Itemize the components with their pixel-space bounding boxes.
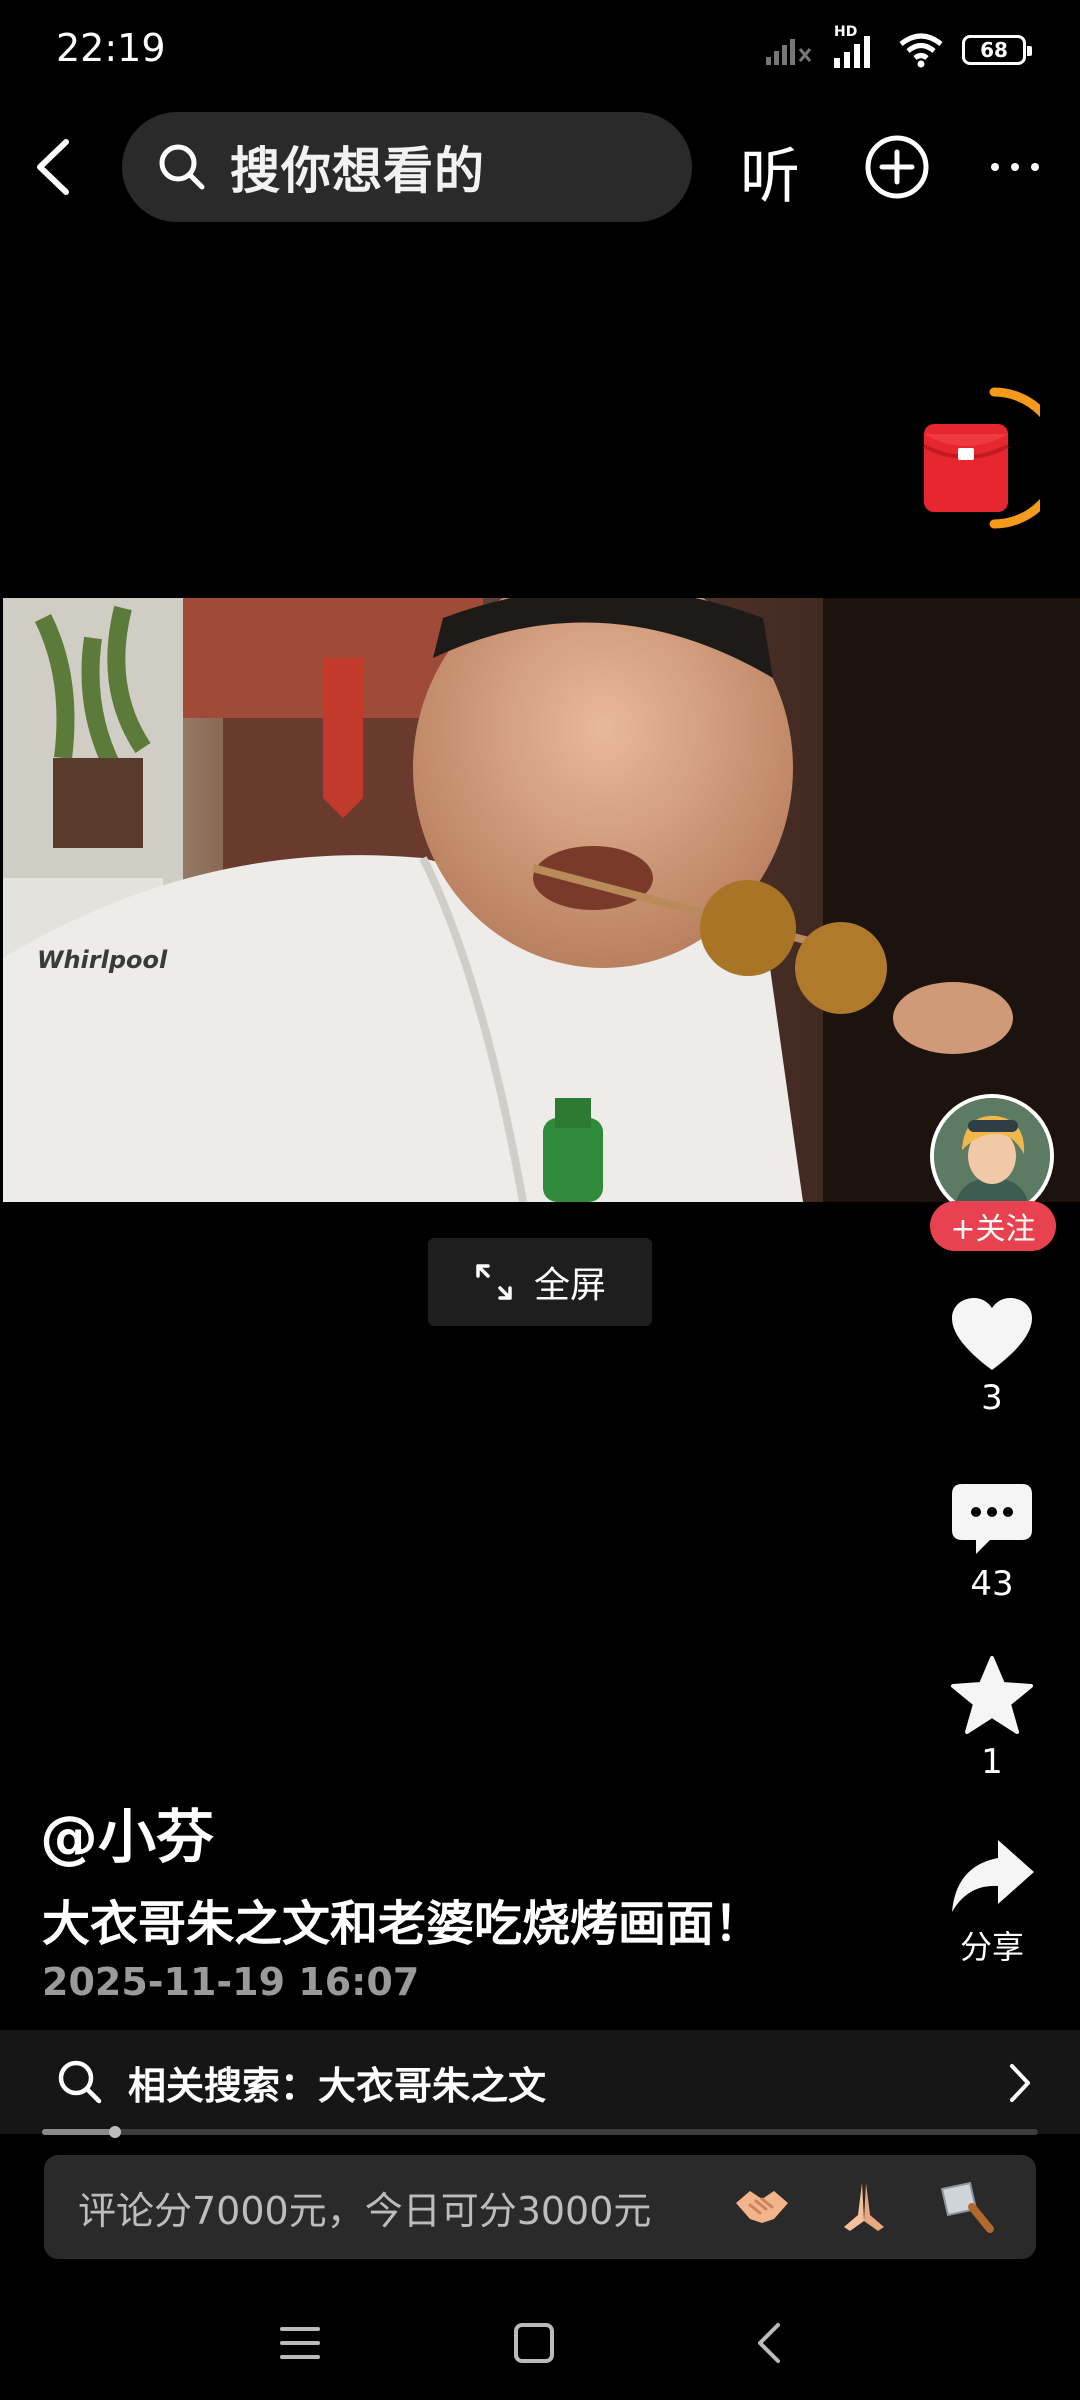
back-button[interactable]: [24, 132, 94, 202]
video-progress-bar[interactable]: [42, 2126, 1038, 2138]
red-envelope-icon: [923, 387, 1065, 529]
svg-text:Whirlpool: Whirlpool: [37, 946, 168, 974]
share-arrow-icon: [952, 1840, 1034, 1912]
battery-icon: 68: [962, 35, 1032, 65]
heart-icon: [952, 1298, 1032, 1370]
system-navigation-bar: [0, 2290, 1080, 2400]
search-icon: [159, 144, 205, 190]
like-count: 3: [981, 1378, 1003, 1418]
expand-arrows-icon: [476, 1264, 512, 1300]
praying-hands-emoji[interactable]: [834, 2179, 894, 2235]
star-icon: [951, 1656, 1033, 1734]
video-frame-image: Whirlpool: [3, 598, 1080, 1202]
status-bar: 22:19 HD 68: [0, 0, 1080, 100]
search-placeholder: 搜你想看的: [230, 142, 485, 200]
follow-button[interactable]: +关注: [930, 1201, 1056, 1251]
chevron-right-icon: [1010, 2064, 1030, 2102]
related-search-bar[interactable]: 相关搜索：大衣哥朱之文: [0, 2030, 1080, 2134]
menu-lines-icon: [280, 2327, 320, 2359]
author-username[interactable]: @小芬: [40, 1790, 214, 1874]
chevron-left-icon: [37, 139, 69, 195]
handshake-emoji[interactable]: [732, 2179, 792, 2235]
comment-count: 43: [970, 1564, 1014, 1604]
related-search-label: 相关搜索：大衣哥朱之文: [128, 2063, 547, 2108]
avatar-image: [934, 1098, 1050, 1214]
share-label: 分享: [959, 1928, 1024, 1966]
search-box[interactable]: 搜你想看的: [122, 112, 692, 222]
wifi-icon: [899, 33, 943, 68]
search-icon: [58, 2060, 102, 2104]
favorite-count: 1: [981, 1742, 1003, 1782]
author-avatar[interactable]: [930, 1094, 1054, 1218]
fullscreen-button[interactable]: 全屏: [428, 1238, 652, 1326]
more-options-button[interactable]: [980, 132, 1050, 202]
favorite-button[interactable]: 1: [920, 1654, 1064, 1782]
video-progress-handle[interactable]: [108, 2126, 121, 2138]
post-title: 大衣哥朱之文和老婆吃烧烤画面！: [42, 1896, 763, 1952]
square-home-icon: [514, 2323, 554, 2363]
chevron-left-icon: [758, 2323, 780, 2363]
system-back-button[interactable]: [730, 2308, 810, 2378]
like-button[interactable]: 3: [920, 1296, 1064, 1418]
listen-button[interactable]: 听: [740, 128, 800, 215]
red-envelope-reward-button[interactable]: [914, 384, 1065, 532]
recent-apps-button[interactable]: [260, 2308, 340, 2378]
plus-circle-icon: [865, 135, 929, 199]
more-dots-icon: [991, 163, 1039, 171]
status-icons: HD 68: [764, 24, 1032, 72]
comment-input-banner[interactable]: 评论分7000元，今日可分3000元: [44, 2155, 1036, 2259]
comment-bubble-icon: [952, 1484, 1032, 1554]
battery-level: 68: [980, 38, 1008, 62]
post-timestamp: 2025-11-19 16:07: [42, 1960, 420, 2004]
comment-banner-text: 评论分7000元，今日可分3000元: [78, 2188, 652, 2233]
add-button[interactable]: [862, 132, 932, 202]
signal-no-service-icon: [766, 39, 812, 65]
top-bar: 搜你想看的 听: [0, 110, 1080, 226]
video-progress-fill: [42, 2129, 115, 2135]
share-button[interactable]: 分享: [920, 1836, 1064, 1968]
home-button[interactable]: [494, 2308, 574, 2378]
comment-button[interactable]: 43: [920, 1482, 1064, 1604]
fullscreen-label: 全屏: [533, 1265, 606, 1306]
status-time: 22:19: [56, 26, 166, 70]
video-player[interactable]: Whirlpool: [3, 598, 1080, 1202]
cleaver-knife-emoji[interactable]: [936, 2179, 996, 2235]
signal-strength-icon: HD: [832, 24, 880, 70]
